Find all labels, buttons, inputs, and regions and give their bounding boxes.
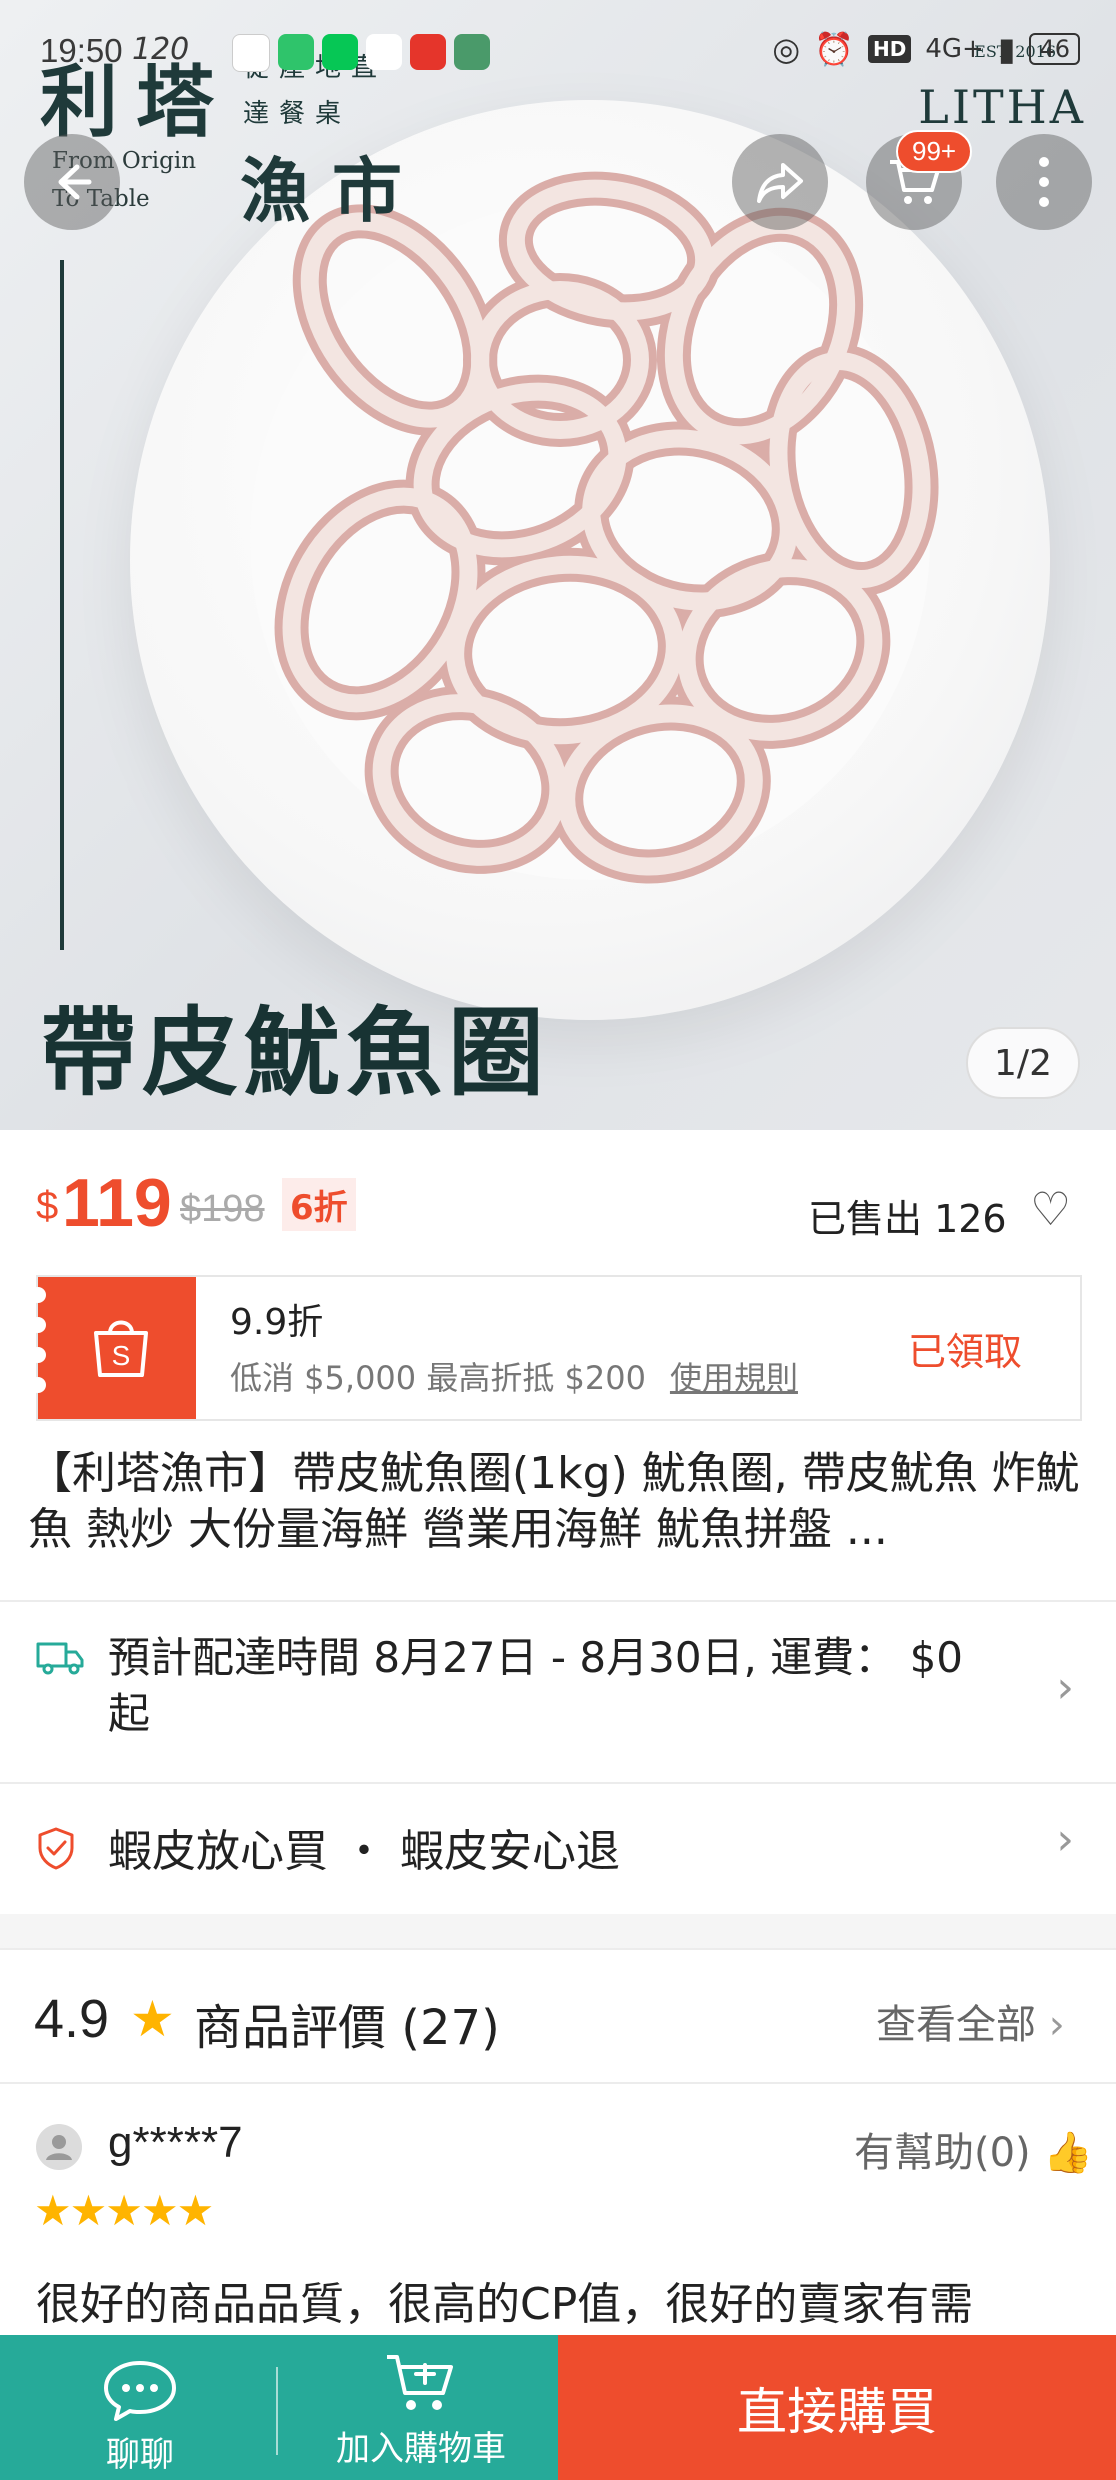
review-text: 很好的商品品質，很高的CP值，很好的賣家有需 bbox=[36, 2279, 974, 2330]
add-to-cart-label: 加入購物車 bbox=[336, 2429, 506, 2469]
battery-icon: 46 bbox=[1029, 33, 1080, 65]
voucher-title: 9.9折 bbox=[230, 1302, 324, 1343]
chevron-right-icon: › bbox=[1056, 1814, 1074, 1865]
voucher-notch bbox=[30, 1317, 46, 1333]
hd-icon: HD bbox=[868, 35, 912, 63]
shield-check-icon bbox=[38, 1827, 74, 1870]
price-current: 119 bbox=[62, 1165, 172, 1241]
reviews-label: 商品評價 (27) bbox=[194, 1988, 500, 2058]
star-icon: ★ bbox=[130, 1990, 175, 2048]
chat-app-icon bbox=[278, 34, 314, 70]
voucher-notch bbox=[30, 1287, 46, 1303]
svg-text:S: S bbox=[112, 1340, 131, 1371]
voucher-notch bbox=[30, 1377, 46, 1393]
sold-count: 已售出 126 bbox=[808, 1197, 1007, 1241]
price-currency: $ bbox=[36, 1184, 59, 1228]
decorative-line bbox=[60, 260, 64, 950]
alarm-icon: ⏰ bbox=[814, 30, 855, 68]
voucher-desc-text: 低消 $5,000 最高折抵 $200 bbox=[230, 1359, 646, 1397]
more-options-button[interactable] bbox=[996, 134, 1092, 230]
status-time: 19:50 bbox=[40, 32, 123, 69]
brand-logo: LITHA bbox=[918, 80, 1086, 134]
helpful-button[interactable]: 有幫助(0) 👍 bbox=[854, 2120, 1093, 2178]
back-arrow-icon bbox=[58, 164, 92, 200]
guarantee-text: 蝦皮放心買 ・ 蝦皮安心退 bbox=[108, 1826, 620, 1877]
voucher-strip: S bbox=[30, 1277, 196, 1419]
chat-bubble-icon bbox=[104, 2361, 176, 2421]
chevron-right-icon: › bbox=[1056, 1662, 1074, 1713]
avatar bbox=[36, 2124, 82, 2170]
cart-count-badge: 99+ bbox=[896, 130, 973, 173]
review-stars: ★★★★★ bbox=[34, 2186, 214, 2235]
view-all-label: 查看全部 bbox=[876, 2002, 1036, 2048]
shopee-bag-icon: S bbox=[94, 1320, 148, 1377]
status-refresh-rate: 120 bbox=[132, 32, 190, 67]
blank-app-icon bbox=[366, 34, 402, 70]
rating-score: 4.9 bbox=[34, 1989, 110, 2049]
shop-voucher[interactable]: S 9.9折 低消 $5,000 最高折抵 $200 使用規則 已領取 bbox=[30, 1275, 1082, 1421]
chat-button[interactable]: 聊聊 bbox=[60, 2359, 220, 2479]
voucher-status[interactable]: 已領取 bbox=[908, 1321, 1022, 1376]
product-title: 【利塔漁市】帶皮魷魚圈(1kg) 魷魚圈, 帶皮魷魚 炸魷魚 熱炒 大份量海鮮 … bbox=[28, 1448, 1080, 1555]
add-to-cart-icon bbox=[387, 2355, 453, 2410]
reviews-title: 商品評價 bbox=[194, 2000, 387, 2056]
game-app-icon bbox=[454, 34, 490, 70]
reviewer-name: g*****7 bbox=[108, 2118, 243, 2167]
product-caption: 帶皮魷魚圈 bbox=[40, 996, 550, 1109]
app-notification-icon bbox=[232, 34, 270, 72]
user-icon bbox=[46, 2135, 72, 2160]
share-button[interactable] bbox=[732, 134, 828, 230]
network-label: 4G+ bbox=[925, 34, 984, 64]
bottom-action-bar: 聊聊 加入購物車 直接購買 bbox=[0, 2335, 1116, 2480]
helpful-label: 有幫助(0) bbox=[854, 2130, 1031, 2176]
price-original: $198 bbox=[180, 1188, 265, 1230]
product-image-carousel[interactable]: 利塔 從產地直達餐桌 From Origin To Table 漁市 帶皮魷魚圈… bbox=[0, 0, 1116, 1130]
voucher-rule-link[interactable]: 使用規則 bbox=[670, 1359, 798, 1397]
add-to-cart-button[interactable]: 加入購物車 bbox=[316, 2347, 526, 2477]
line-app-icon bbox=[322, 34, 358, 70]
share-icon bbox=[757, 163, 803, 203]
discount-badge: 6折 bbox=[282, 1178, 356, 1231]
hotspot-icon: ◎ bbox=[772, 30, 801, 68]
more-vertical-icon bbox=[1039, 157, 1049, 207]
favorite-heart-icon[interactable]: ♡ bbox=[1030, 1182, 1071, 1236]
buy-now-button[interactable]: 直接購買 bbox=[558, 2335, 1116, 2480]
chevron-right-icon: › bbox=[1048, 2002, 1065, 2048]
truck-icon bbox=[36, 1642, 84, 1675]
back-button[interactable] bbox=[24, 134, 120, 230]
view-all-reviews-link[interactable]: 查看全部 › bbox=[876, 1992, 1065, 2050]
voucher-notch bbox=[30, 1347, 46, 1363]
divider bbox=[276, 2367, 278, 2455]
taobao-app-icon bbox=[410, 34, 446, 70]
chat-label: 聊聊 bbox=[106, 2435, 174, 2475]
image-counter: 1/2 bbox=[966, 1027, 1080, 1099]
notification-icons bbox=[232, 34, 490, 72]
signal-icon: ▮ bbox=[997, 30, 1016, 68]
brand-name-cn-2: 漁市 bbox=[240, 149, 424, 232]
shipping-info: 預計配達時間 8月27日 - 8月30日, 運費： $0 起 bbox=[108, 1633, 964, 1738]
thumbs-up-icon: 👍 bbox=[1043, 2130, 1094, 2176]
reviews-count: (27) bbox=[401, 2000, 500, 2056]
status-right: ◎ ⏰ HD 4G+ ▮ 46 bbox=[772, 30, 1080, 68]
voucher-description: 低消 $5,000 最高折抵 $200 使用規則 bbox=[230, 1353, 798, 1399]
status-bar: 19:50 120 ◎ ⏰ HD 4G+ ▮ 46 bbox=[40, 28, 1080, 74]
